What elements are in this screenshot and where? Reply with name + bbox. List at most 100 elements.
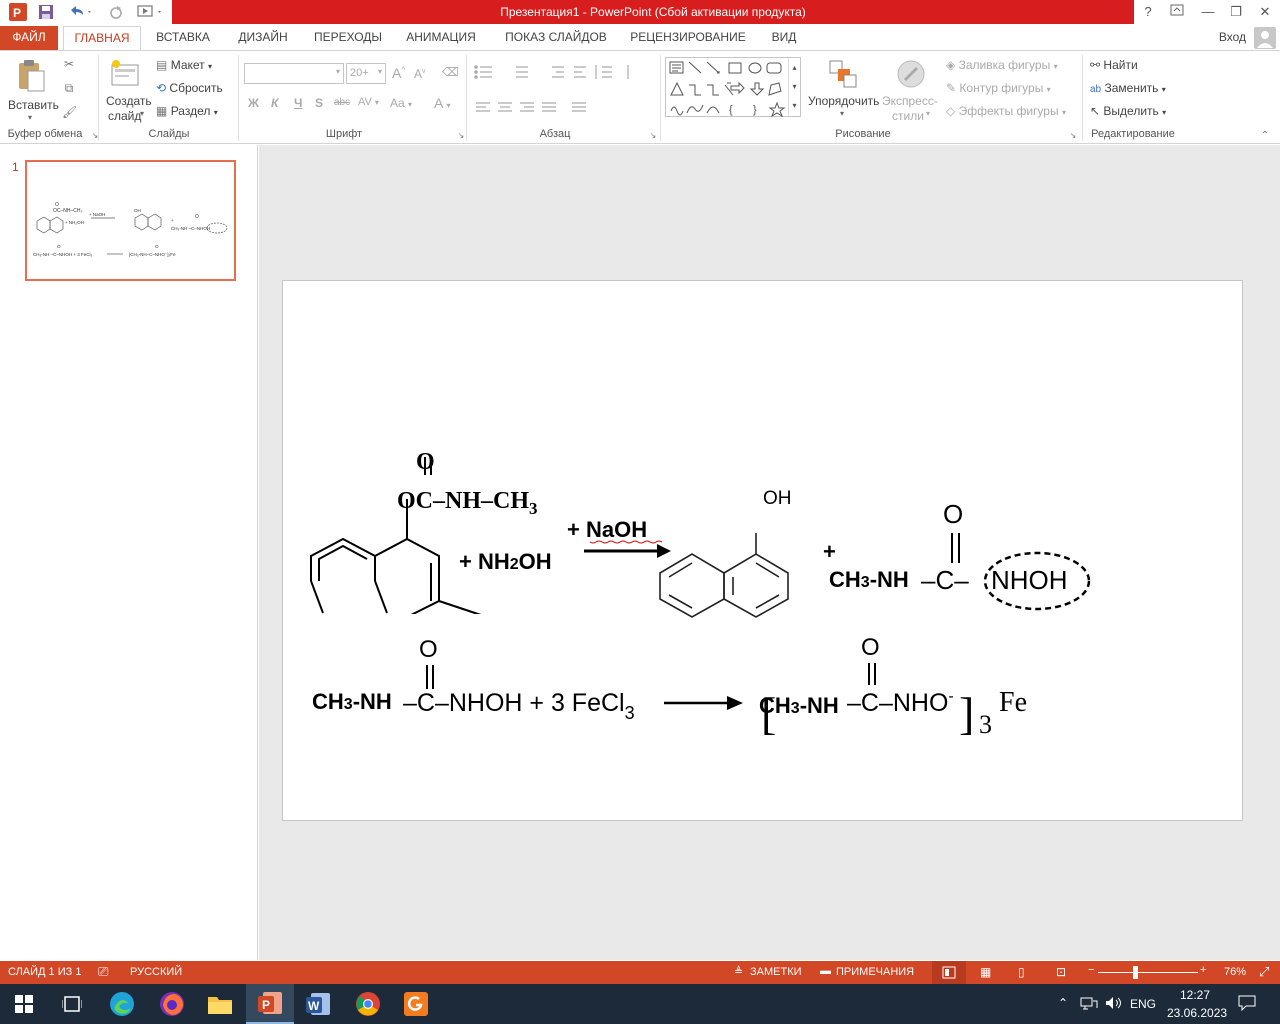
cut-icon[interactable]: ✂: [62, 57, 76, 71]
user-avatar[interactable]: [1254, 27, 1276, 49]
font-name-select[interactable]: ▾: [244, 63, 344, 84]
shape-fill-button[interactable]: ◈ Заливка фигуры ▾: [946, 58, 1058, 72]
bullets-icon[interactable]: [472, 61, 496, 79]
text-direction-icon[interactable]: [624, 59, 650, 79]
tab-home[interactable]: ГЛАВНАЯ: [63, 26, 141, 51]
taskbar-word[interactable]: W: [294, 984, 342, 1024]
layout-button[interactable]: ▤ Макет ▾: [156, 58, 212, 72]
align-center-icon[interactable]: [496, 97, 514, 115]
change-case-button[interactable]: Aa ▾: [390, 96, 412, 110]
start-slideshow-icon[interactable]: [134, 2, 166, 22]
taskbar-chrome[interactable]: [344, 984, 392, 1024]
select-button[interactable]: ↖ Выделить ▾: [1090, 104, 1166, 118]
comments-button[interactable]: ПРИМЕЧАНИЯ: [836, 966, 914, 978]
dialog-launcher-icon[interactable]: ↘: [88, 129, 102, 143]
align-left-icon[interactable]: [474, 97, 492, 115]
clock-date[interactable]: 23.06.2023: [1167, 1006, 1227, 1020]
slide-canvas[interactable]: O OC–NH–CH3 + NH2OH + NaOH OH + O CH3-NH…: [282, 280, 1243, 821]
tab-design[interactable]: ДИЗАЙН: [228, 26, 298, 50]
tab-animations[interactable]: АНИМАЦИЯ: [397, 26, 485, 50]
underline-button[interactable]: Ч: [294, 96, 302, 110]
slide-sorter-icon[interactable]: ▦: [980, 965, 991, 979]
taskbar-firefox[interactable]: [148, 984, 196, 1024]
replace-button[interactable]: ab Заменить ▾: [1090, 81, 1166, 95]
task-view-button[interactable]: [48, 984, 96, 1024]
start-button[interactable]: [0, 984, 48, 1024]
close-button[interactable]: ✕: [1251, 0, 1279, 24]
slide-thumbnail[interactable]: O OC–NH–CH₃ + NaOH + NH₂OH OH + O CH₃-NH…: [25, 160, 236, 281]
zoom-in-button[interactable]: +: [1200, 964, 1206, 976]
taskbar-powerpoint[interactable]: P: [246, 984, 294, 1024]
font-color-button[interactable]: A ▾: [434, 95, 450, 111]
character-spacing-button[interactable]: AV ▾: [358, 96, 379, 108]
arrange-button[interactable]: Упорядочить ▾: [806, 57, 880, 127]
taskbar-foxit[interactable]: [392, 984, 440, 1024]
grow-font-button[interactable]: A^: [392, 65, 405, 81]
spelling-icon[interactable]: ⎚: [98, 964, 108, 980]
language-indicator[interactable]: РУССКИЙ: [130, 966, 182, 978]
zoom-slider-thumb[interactable]: [1133, 966, 1138, 979]
bold-button[interactable]: Ж: [248, 96, 259, 110]
clock-time[interactable]: 12:27: [1180, 988, 1210, 1002]
tab-transitions[interactable]: ПЕРЕХОДЫ: [308, 26, 388, 50]
show-hidden-icons[interactable]: ⌃: [1058, 996, 1068, 1010]
decrease-indent-icon[interactable]: [548, 61, 566, 79]
numbering-icon[interactable]: [508, 61, 532, 79]
text-shadow-button[interactable]: S: [315, 96, 323, 110]
tab-file[interactable]: ФАЙЛ: [0, 26, 58, 50]
sign-in-link[interactable]: Вход: [1219, 30, 1246, 44]
redo-icon[interactable]: [106, 2, 126, 22]
shape-effects-button[interactable]: ◇ Эффекты фигуры ▾: [946, 104, 1066, 118]
align-text-icon[interactable]: [624, 83, 650, 103]
find-button[interactable]: ⚯ Найти: [1090, 58, 1138, 72]
strikethrough-button[interactable]: abc: [334, 97, 350, 108]
notification-icon[interactable]: [1238, 995, 1256, 1014]
paste-button[interactable]: Вставить ▾: [8, 57, 59, 127]
tab-slideshow[interactable]: ПОКАЗ СЛАЙДОВ: [496, 26, 616, 50]
copy-icon[interactable]: ⧉: [62, 81, 76, 95]
undo-icon[interactable]: [64, 2, 96, 22]
shrink-font-button[interactable]: Av: [414, 67, 426, 81]
format-painter-icon[interactable]: 🖌: [62, 105, 77, 119]
input-language[interactable]: ENG: [1130, 997, 1156, 1011]
justify-icon[interactable]: [540, 97, 558, 115]
powerpoint-app-icon[interactable]: P: [8, 2, 28, 22]
drawing-dialog-launcher-icon[interactable]: ↘: [1066, 129, 1080, 143]
shapes-gallery[interactable]: { } ▴ ▾ ▾: [665, 57, 801, 117]
clear-formatting-icon[interactable]: ⌫: [442, 65, 459, 79]
tab-review[interactable]: РЕЦЕНЗИРОВАНИЕ: [626, 26, 750, 50]
columns-icon[interactable]: [570, 97, 596, 115]
tab-view[interactable]: ВИД: [762, 26, 806, 50]
convert-to-smartart-icon[interactable]: [624, 105, 650, 125]
gallery-scroll[interactable]: ▴ ▾ ▾: [788, 58, 800, 116]
save-icon[interactable]: [36, 2, 56, 22]
tab-insert[interactable]: ВСТАВКА: [148, 26, 218, 50]
volume-icon[interactable]: [1104, 995, 1122, 1014]
zoom-level[interactable]: 76%: [1224, 966, 1246, 978]
reset-button[interactable]: ⟲ Сбросить: [156, 81, 223, 95]
taskbar-edge[interactable]: [98, 984, 146, 1024]
restore-button[interactable]: ❐: [1222, 0, 1250, 24]
ribbon-display-options-icon[interactable]: [1163, 0, 1191, 24]
zoom-slider[interactable]: [1098, 972, 1198, 973]
collapse-ribbon-icon[interactable]: ⌃: [1258, 129, 1272, 143]
increase-indent-icon[interactable]: [570, 61, 588, 79]
align-right-icon[interactable]: [518, 97, 536, 115]
comments-icon[interactable]: ▬: [820, 965, 831, 977]
network-icon[interactable]: [1080, 995, 1098, 1014]
section-button[interactable]: ▦ Раздел ▾: [156, 104, 218, 118]
line-spacing-icon[interactable]: [592, 61, 616, 79]
slideshow-view-icon[interactable]: ⊡: [1056, 965, 1066, 979]
font-size-select[interactable]: 20+ ▾: [346, 63, 386, 84]
notes-icon[interactable]: ≜: [734, 965, 743, 978]
reading-view-icon[interactable]: ▯: [1018, 965, 1025, 979]
quick-styles-button[interactable]: Экспресс- стили ▾: [882, 57, 940, 127]
new-slide-button[interactable]: Создать слайд ▾: [104, 57, 152, 127]
shape-outline-button[interactable]: ✎ Контур фигуры ▾: [946, 81, 1051, 95]
zoom-out-button[interactable]: −: [1088, 964, 1094, 976]
help-button[interactable]: ?: [1134, 0, 1162, 24]
minimize-button[interactable]: —: [1194, 0, 1222, 24]
fit-to-window-icon[interactable]: ⤢: [1259, 964, 1269, 980]
normal-view-button[interactable]: [932, 961, 966, 984]
italic-button[interactable]: К: [271, 96, 278, 110]
